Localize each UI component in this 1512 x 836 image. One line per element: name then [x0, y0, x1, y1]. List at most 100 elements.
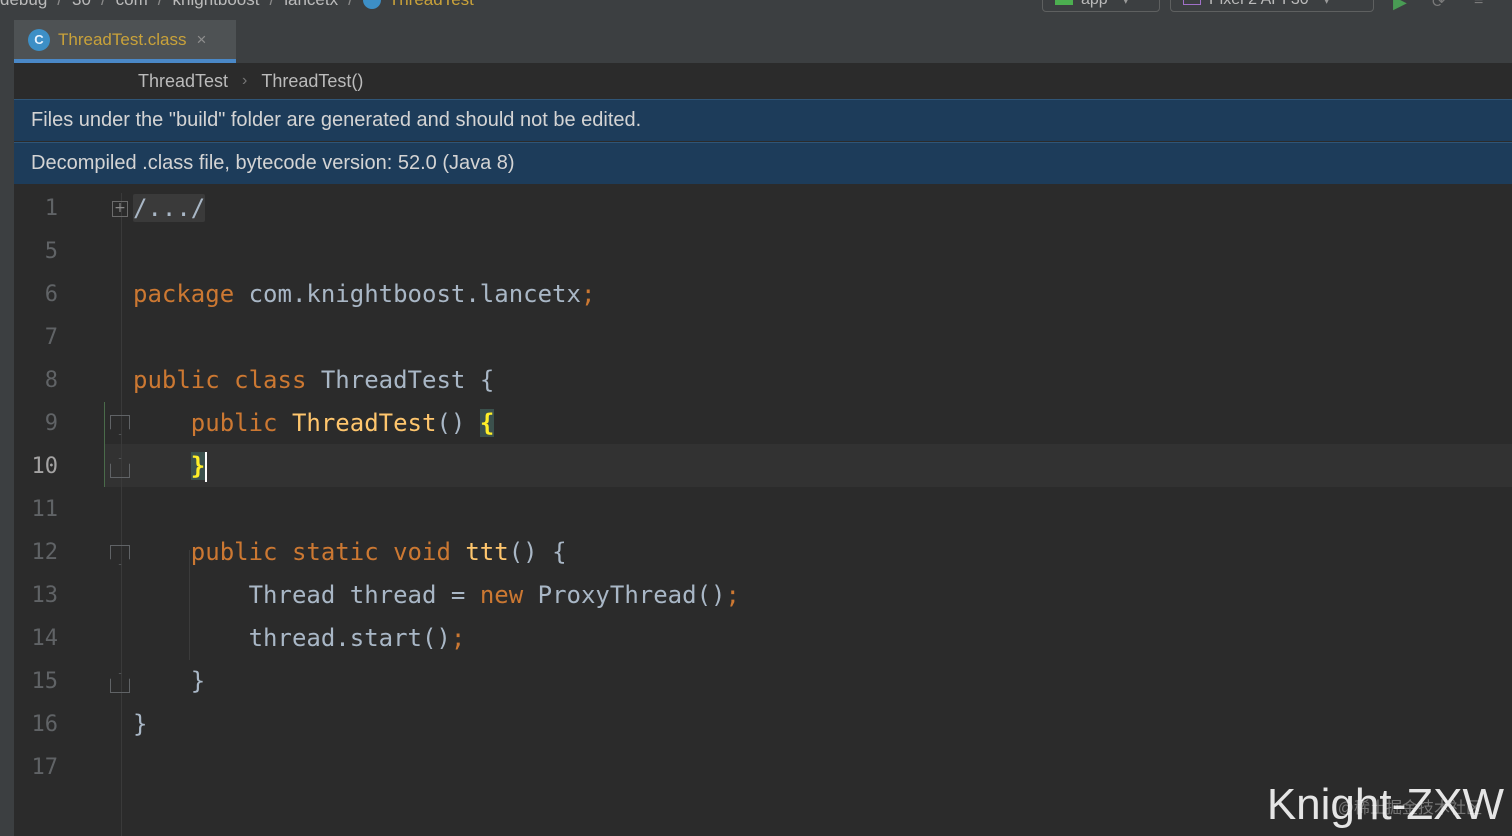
run-icon[interactable]: ▶ — [1393, 0, 1407, 13]
start-call: thread.start() — [248, 624, 451, 652]
parens: () — [508, 538, 538, 566]
method-name: ttt — [465, 538, 509, 566]
apply-changes-icon[interactable]: ⟳ — [1432, 0, 1445, 12]
path-separator: / — [348, 0, 353, 10]
line-number: 5 — [44, 239, 58, 264]
code-line-13: Thread thread = new ProxyThread(); — [133, 574, 740, 617]
class-file-icon: C — [28, 28, 50, 51]
device-label: Pixel 2 API 30 — [1209, 0, 1309, 8]
structure-breadcrumb: ThreadTest › ThreadTest() — [14, 64, 1512, 98]
path-separator: / — [158, 0, 163, 10]
path-item[interactable]: com — [116, 0, 148, 10]
keyword-package: package — [133, 280, 235, 308]
line-number: 17 — [31, 755, 59, 780]
close-brace: } — [190, 667, 206, 695]
fold-collapse-icon[interactable] — [110, 415, 130, 435]
breadcrumb-separator: › — [242, 72, 248, 89]
code-line-15: } — [133, 660, 205, 703]
matched-close-brace: } — [190, 452, 206, 480]
open-brace: { — [479, 366, 495, 394]
line-number: 11 — [31, 497, 59, 522]
line-number: 6 — [44, 282, 58, 307]
keyword-public: public — [133, 366, 220, 394]
code-line-6: package com.knightboost.lancetx; — [133, 273, 595, 316]
variable-thread: thread — [349, 581, 437, 609]
navigation-toolbar: debug / 30 / com / knightboost / lancetx / Th… — [0, 0, 1512, 21]
tab-label: ThreadTest.class — [58, 29, 187, 49]
code-line-16: } — [133, 703, 147, 746]
android-icon — [1055, 0, 1073, 5]
line-number-current: 10 — [31, 454, 59, 479]
line-number: 7 — [44, 325, 58, 350]
keyword-class: class — [234, 366, 307, 394]
path-item[interactable]: lancetx — [284, 0, 338, 10]
watermark: Knight-ZXW — [1266, 780, 1504, 829]
keyword-public: public — [190, 409, 278, 437]
fold-collapse-icon[interactable] — [110, 545, 130, 565]
device-select[interactable]: Pixel 2 API 30 ▾ — [1170, 0, 1374, 12]
code-line-9: public ThreadTest() { — [133, 402, 495, 445]
breadcrumb-method[interactable]: ThreadTest() — [261, 71, 363, 92]
editor-tab-bar: C ThreadTest.class × — [14, 20, 1512, 64]
path-item-current[interactable]: ThreadTest — [389, 0, 474, 10]
path-breadcrumbs: debug / 30 / com / knightboost / lancetx / Th… — [0, 0, 474, 10]
path-separator: / — [269, 0, 274, 10]
keyword-new: new — [479, 581, 524, 609]
keyword-public: public — [190, 538, 278, 566]
text-cursor — [205, 452, 208, 482]
class-name: ThreadTest — [320, 366, 466, 394]
decompiled-banner: Decompiled .class file, bytecode version… — [14, 142, 1512, 184]
device-icon — [1183, 0, 1201, 5]
class-file-icon — [362, 0, 381, 9]
line-number: 15 — [31, 669, 59, 694]
chevron-down-icon: ▾ — [1122, 0, 1130, 8]
line-number: 8 — [44, 368, 58, 393]
package-name: com.knightboost.lancetx — [248, 280, 581, 308]
code-line-1: /.../ — [133, 187, 206, 230]
code-line-14: thread.start(); — [133, 617, 466, 660]
type-thread: Thread — [248, 581, 336, 609]
path-item[interactable]: debug — [0, 0, 47, 10]
semicolon: ; — [725, 581, 740, 609]
keyword-void: void — [393, 538, 451, 566]
chevron-down-icon: ▾ — [1323, 0, 1331, 8]
code-line-8: public class ThreadTest { — [133, 359, 494, 402]
line-number: 1 — [44, 196, 58, 221]
run-config-select[interactable]: app ▾ — [1042, 0, 1160, 12]
proxy-thread-ctor: ProxyThread() — [537, 581, 726, 609]
breadcrumb-class[interactable]: ThreadTest — [138, 71, 228, 92]
more-actions-icon[interactable]: ≡ — [1474, 0, 1483, 10]
path-item[interactable]: knightboost — [173, 0, 260, 10]
close-brace: } — [133, 710, 148, 738]
open-brace: { — [552, 538, 567, 566]
constructor-name: ThreadTest — [291, 409, 437, 437]
current-line-highlight — [104, 444, 1512, 487]
path-item[interactable]: 30 — [72, 0, 91, 10]
close-icon[interactable]: × — [197, 30, 207, 50]
code-editor[interactable]: 1 5 6 7 8 9 10 11 12 13 14 15 16 17 + /.… — [14, 185, 1512, 836]
run-config-label: app — [1081, 0, 1108, 8]
parens: () — [436, 409, 466, 437]
change-marker — [104, 402, 105, 487]
collapsed-imports[interactable]: /.../ — [133, 194, 206, 222]
code-line-12: public static void ttt() { — [133, 531, 567, 574]
semicolon: ; — [580, 280, 596, 308]
line-number: 12 — [31, 540, 59, 565]
path-separator: / — [101, 0, 106, 10]
line-number: 16 — [31, 712, 59, 737]
gutter-divider — [121, 193, 122, 836]
line-number: 13 — [31, 583, 59, 608]
equals: = — [450, 581, 466, 609]
line-number: 14 — [31, 626, 59, 651]
fold-end-icon[interactable] — [110, 673, 130, 693]
line-number: 9 — [44, 411, 58, 436]
path-separator: / — [57, 0, 62, 10]
matched-open-brace: { — [479, 409, 495, 437]
code-line-10: } — [133, 445, 208, 488]
fold-expand-icon[interactable]: + — [112, 201, 128, 217]
keyword-static: static — [291, 538, 379, 566]
semicolon: ; — [450, 624, 466, 652]
left-tool-strip — [0, 20, 14, 836]
build-folder-banner: Files under the "build" folder are gener… — [14, 99, 1512, 141]
tab-threadtest-class[interactable]: C ThreadTest.class × — [14, 20, 236, 63]
